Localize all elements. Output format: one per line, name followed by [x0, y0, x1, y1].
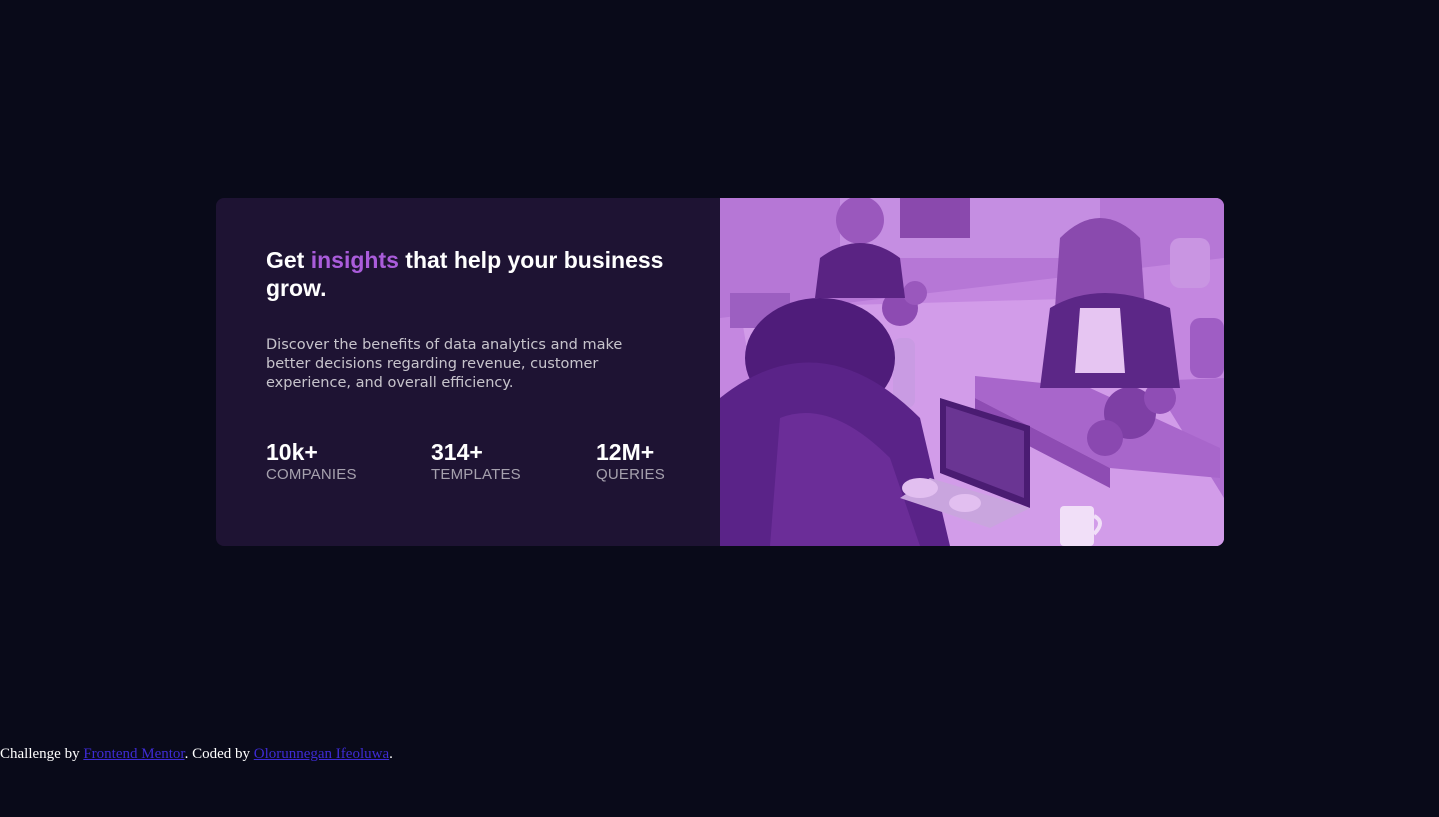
stat-companies: 10k+ COMPANIES — [266, 439, 431, 485]
stat-label: COMPANIES — [266, 466, 357, 483]
card-headline: Get insights that help your business gro… — [266, 246, 686, 302]
attribution-footer: Challenge by Frontend Mentor. Coded by O… — [0, 745, 393, 763]
stats-card: Get insights that help your business gro… — [216, 198, 1224, 546]
stat-templates: 314+ TEMPLATES — [431, 439, 596, 485]
office-photo — [720, 198, 1224, 546]
author-link[interactable]: Olorunnegan Ifeoluwa — [254, 746, 389, 762]
stat-label: TEMPLATES — [431, 466, 521, 483]
card-content: Get insights that help your business gro… — [216, 198, 720, 546]
attribution-suffix: . — [389, 746, 393, 762]
card-description: Discover the benefits of data analytics … — [266, 337, 623, 391]
headline-start: Get — [266, 247, 311, 273]
stat-value: 10k+ — [266, 439, 318, 465]
stat-value: 314+ — [431, 439, 483, 465]
headline-accent: insights — [310, 247, 399, 273]
frontend-mentor-link[interactable]: Frontend Mentor — [83, 746, 184, 762]
attribution-prefix: Challenge by — [0, 746, 84, 762]
attribution-middle: . Coded by — [184, 746, 254, 762]
office-photo-illustration — [720, 198, 1224, 546]
stats-row: 10k+ COMPANIES 314+ TEMPLATES 12M+ QUERI… — [266, 439, 761, 485]
